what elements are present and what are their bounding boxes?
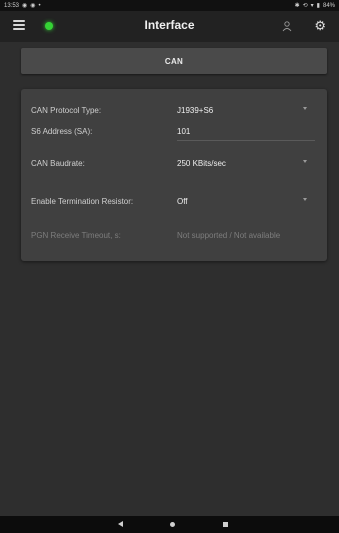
can-section-button[interactable]: CAN [21, 48, 327, 74]
setting-label: S6 Address (SA): [31, 127, 93, 136]
gear-icon[interactable]: ⚙ [314, 18, 326, 34]
bluetooth-icon: ✱ [294, 2, 300, 9]
status-time: 13:53 [4, 2, 20, 9]
setting-label: Enable Termination Resistor: [31, 197, 134, 206]
dropdown-arrow-icon [303, 160, 307, 163]
pgn-timeout-value: Not supported / Not available [177, 231, 281, 240]
can-settings-card: CAN Protocol Type: J1939+S6 S6 Address (… [21, 89, 327, 261]
baudrate-dropdown[interactable]: 250 KBits/sec [177, 159, 226, 168]
setting-row-protocol-type[interactable]: CAN Protocol Type: J1939+S6 [21, 101, 327, 121]
protocol-type-dropdown[interactable]: J1939+S6 [177, 106, 213, 115]
battery-icon: ▮ [316, 2, 320, 9]
home-icon[interactable] [170, 522, 175, 527]
notification-icon: ◉ [22, 2, 28, 9]
setting-row-pgn-timeout: PGN Receive Timeout, s: Not supported / … [21, 226, 327, 246]
setting-row-termination-resistor[interactable]: Enable Termination Resistor: Off [21, 192, 327, 212]
dot-icon: • [38, 2, 41, 9]
status-bar: 13:53 ◉ ◉ • ✱ ⟲ ▾ ▮ 84% [0, 0, 339, 11]
setting-row-baudrate[interactable]: CAN Baudrate: 250 KBits/sec [21, 154, 327, 174]
system-nav-bar [0, 516, 339, 533]
setting-label: CAN Protocol Type: [31, 106, 102, 115]
setting-label: CAN Baudrate: [31, 159, 85, 168]
input-underline [177, 140, 315, 141]
notification-icon: ◉ [30, 2, 36, 9]
app-bar: Interface ⚙ [0, 11, 339, 42]
back-icon[interactable] [118, 521, 123, 527]
wifi-icon: ▾ [310, 2, 314, 9]
s6-address-input[interactable]: 101 [177, 127, 190, 136]
dropdown-arrow-icon [303, 107, 307, 110]
recent-apps-icon[interactable] [223, 522, 228, 527]
sync-icon: ⟲ [302, 2, 308, 9]
setting-row-s6-address[interactable]: S6 Address (SA): 101 [21, 122, 327, 142]
termination-resistor-dropdown[interactable]: Off [177, 197, 188, 206]
setting-label: PGN Receive Timeout, s: [31, 231, 121, 240]
dropdown-arrow-icon [303, 198, 307, 201]
person-icon[interactable] [281, 20, 293, 32]
battery-percentage: 84% [322, 2, 335, 9]
